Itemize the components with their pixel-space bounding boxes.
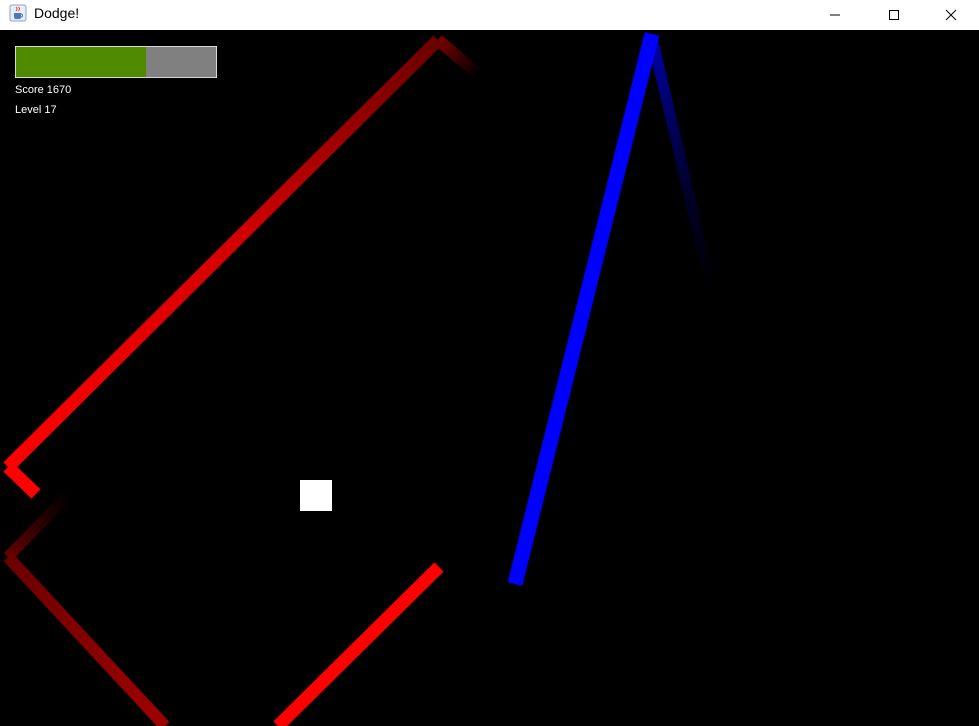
game-field <box>3 32 718 726</box>
blue-enemy <box>507 32 718 586</box>
close-button[interactable] <box>922 0 979 30</box>
health-bar-fill <box>16 47 146 77</box>
java-coffee-cup-icon <box>9 4 27 22</box>
maximize-button[interactable] <box>865 0 922 30</box>
game-canvas[interactable]: Score 1670 Level 17 <box>0 30 979 726</box>
score-label: Score 1670 <box>15 84 72 96</box>
player-square <box>300 480 332 511</box>
red-enemy-lower <box>3 489 444 726</box>
maximize-icon <box>888 10 899 20</box>
health-bar <box>15 46 217 78</box>
minimize-icon <box>829 14 840 16</box>
window-title: Dodge! <box>34 5 80 21</box>
minimize-button[interactable] <box>806 0 863 30</box>
window-titlebar[interactable]: Dodge! <box>0 0 979 30</box>
level-label: Level 17 <box>15 104 57 116</box>
close-icon <box>945 9 956 21</box>
red-enemy-upper <box>3 35 482 499</box>
